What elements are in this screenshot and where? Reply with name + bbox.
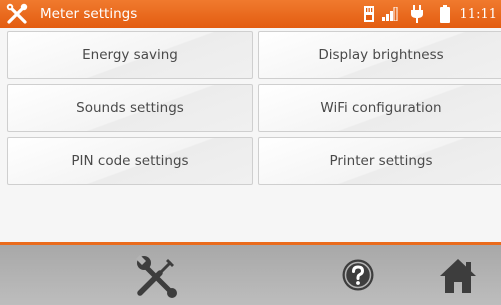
title-bar: Meter settings 11:11	[0, 0, 501, 28]
tools-icon[interactable]	[132, 251, 182, 301]
signal-icon	[381, 7, 400, 21]
page-title: Meter settings	[40, 6, 138, 22]
battery-icon	[439, 5, 450, 23]
sd-card-icon	[363, 6, 374, 22]
wifi-configuration-button[interactable]: WiFi configuration	[258, 84, 501, 132]
energy-saving-button[interactable]: Energy saving	[7, 31, 253, 79]
tools-icon	[0, 0, 34, 28]
display-brightness-button[interactable]: Display brightness	[258, 31, 501, 79]
settings-menu: Energy saving Display brightness Sounds …	[0, 28, 501, 242]
home-icon[interactable]	[437, 255, 479, 297]
help-icon[interactable]	[340, 257, 376, 293]
clock: 11:11	[459, 6, 497, 22]
power-plug-icon	[410, 5, 424, 23]
pin-code-settings-button[interactable]: PIN code settings	[7, 137, 253, 185]
status-bar: 11:11	[363, 0, 501, 28]
bottom-bar	[0, 245, 501, 305]
sounds-settings-button[interactable]: Sounds settings	[7, 84, 253, 132]
printer-settings-button[interactable]: Printer settings	[258, 137, 501, 185]
